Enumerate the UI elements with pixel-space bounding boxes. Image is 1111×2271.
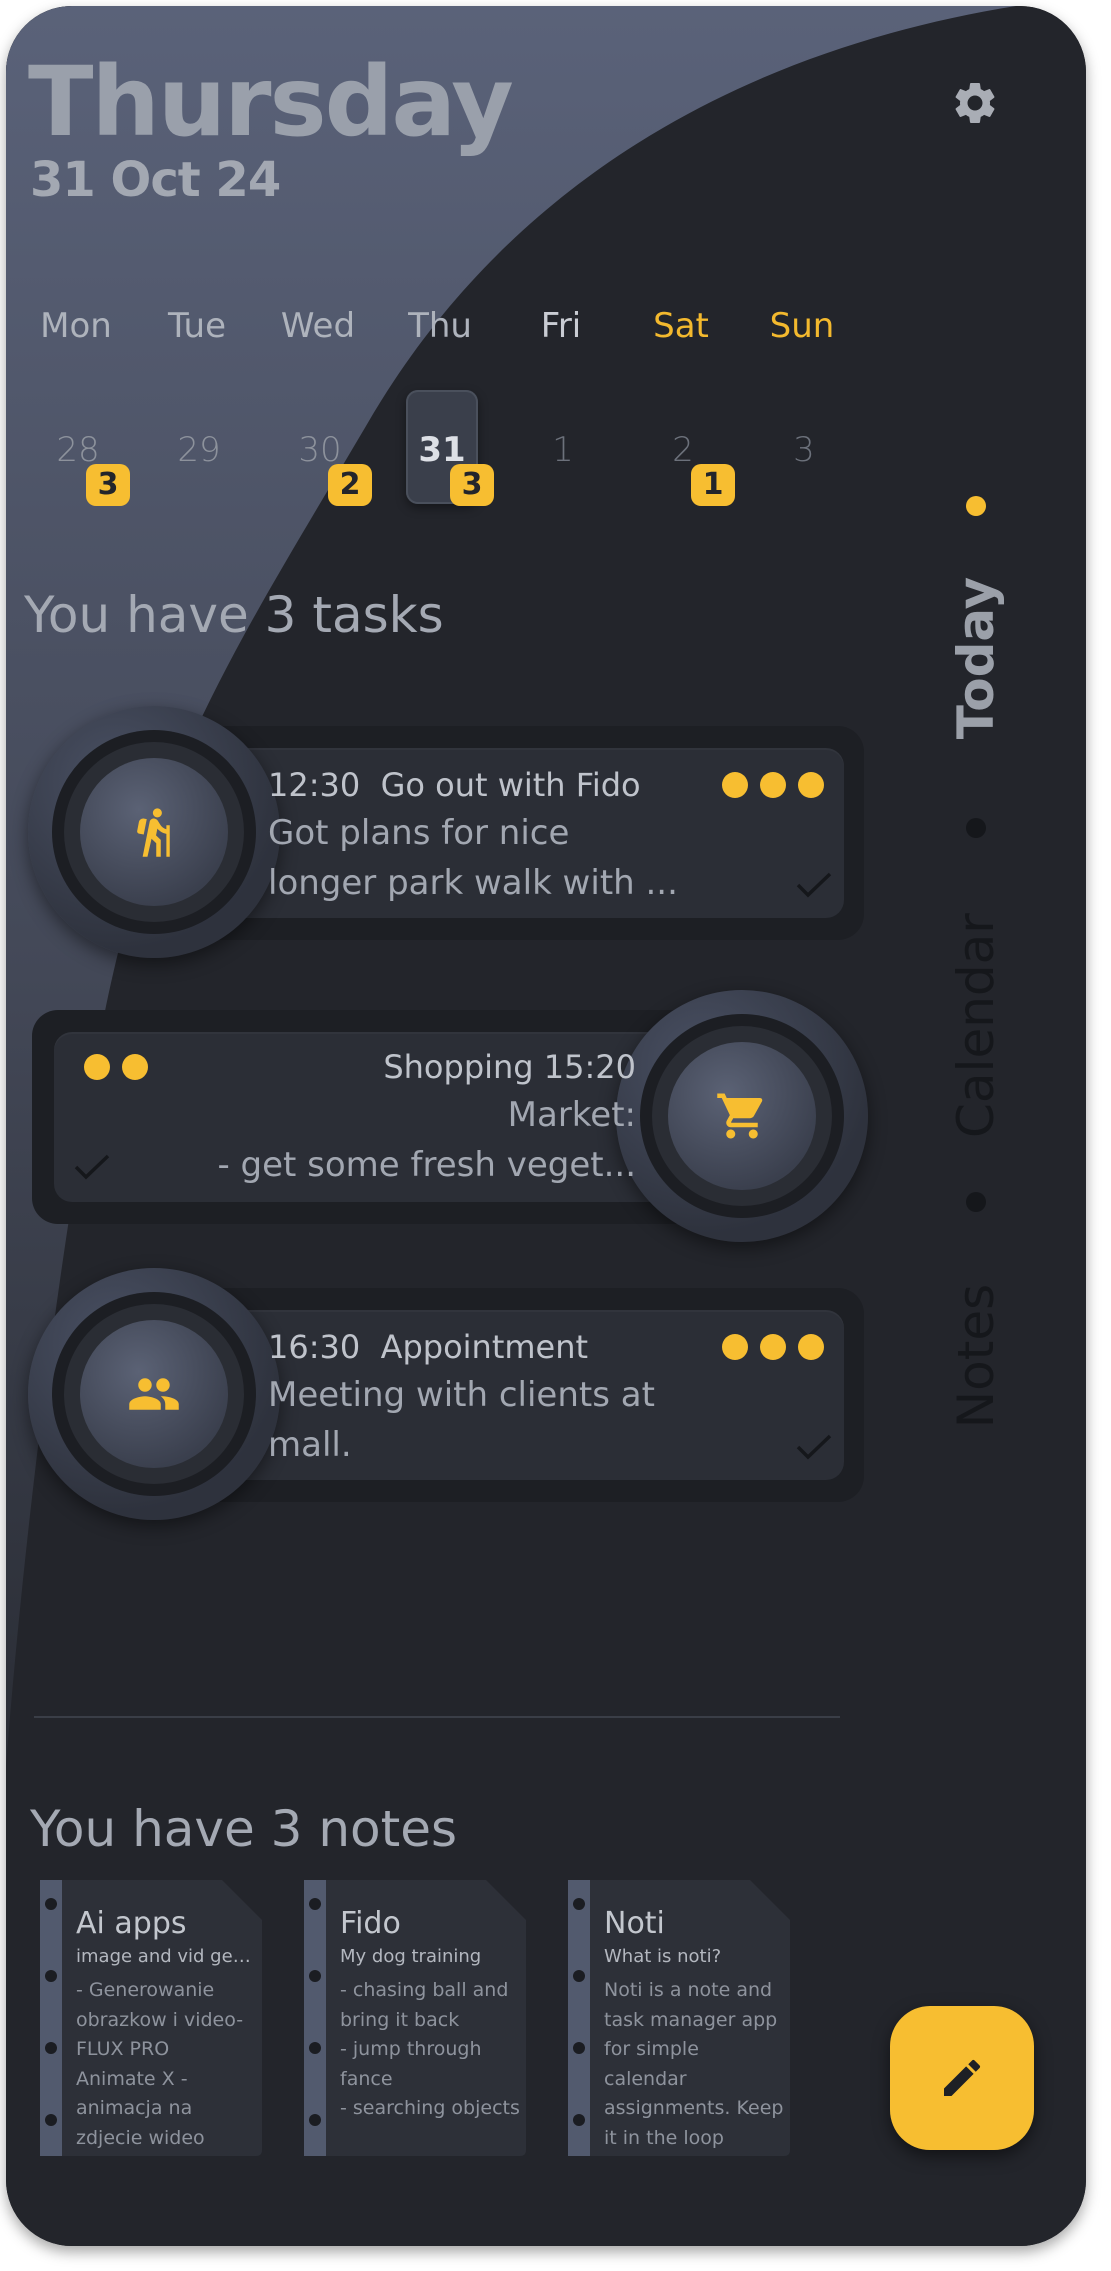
- nav-tab-today[interactable]: Today: [946, 558, 1006, 758]
- weekday-thu: Thu: [408, 306, 472, 346]
- task-icon-button[interactable]: [668, 1042, 816, 1190]
- section-divider: [34, 1716, 840, 1718]
- note-subtitle: image and vid gene...: [76, 1946, 252, 1967]
- task-time: 16:30: [268, 1328, 361, 1366]
- tasks-heading: You have 3 tasks: [24, 586, 444, 644]
- task-icon-button[interactable]: [80, 758, 228, 906]
- weekday-wed: Wed: [280, 306, 356, 346]
- priority-indicator: [722, 1334, 824, 1360]
- weekday-mon: Mon: [40, 306, 112, 346]
- task-description-line: longer park walk with ...: [268, 863, 678, 903]
- phone-screen: Thursday 31 Oct 24 Mon Tue Wed Thu Fri S…: [6, 6, 1086, 2246]
- nav-active-indicator: [966, 496, 986, 516]
- task-card[interactable]: Shopping 15:20 Market: - get some fresh …: [28, 986, 868, 1242]
- task-count-badge: 2: [328, 464, 372, 506]
- gear-icon[interactable]: [950, 78, 1000, 128]
- note-title: Fido: [340, 1906, 401, 1941]
- check-icon[interactable]: [794, 1432, 834, 1462]
- priority-indicator: [84, 1054, 148, 1080]
- note-card[interactable]: Fido My dog training - chasing ball and …: [304, 1880, 526, 2156]
- task-title: Appointment: [380, 1328, 589, 1366]
- nav-separator-dot: [966, 818, 986, 838]
- weekday-fri: Fri: [540, 306, 582, 346]
- nav-tab-notes[interactable]: Notes: [946, 1256, 1006, 1456]
- task-title: Shopping: [383, 1048, 534, 1086]
- task-icon-button[interactable]: [80, 1320, 228, 1468]
- note-body: Noti is a note and task manager app for …: [604, 1979, 784, 2149]
- note-card[interactable]: Noti What is noti? Noti is a note and ta…: [568, 1880, 790, 2156]
- task-count-badge: 1: [691, 464, 735, 506]
- weekday-sun: Sun: [769, 306, 835, 346]
- check-icon[interactable]: [794, 870, 834, 900]
- notes-heading: You have 3 notes: [30, 1800, 458, 1858]
- pencil-icon: [944, 2059, 981, 2096]
- nav-separator-dot: [966, 1192, 986, 1212]
- day-number-3[interactable]: 3: [744, 430, 864, 470]
- task-count-badge: 3: [450, 464, 494, 506]
- date-subtitle: 31 Oct 24: [30, 152, 281, 208]
- task-description-line: mall.: [268, 1425, 352, 1465]
- task-description-line: Market:: [507, 1095, 636, 1135]
- task-time: 12:30: [268, 766, 361, 804]
- shopping-cart-icon: [717, 1093, 763, 1139]
- task-card[interactable]: 12:30 Go out with Fido Got plans for nic…: [28, 706, 868, 958]
- task-description-line: Got plans for nice: [268, 813, 570, 853]
- weekday-sat: Sat: [653, 306, 709, 346]
- note-title: Ai apps: [76, 1906, 187, 1941]
- task-card[interactable]: 16:30 Appointment Meeting with clients a…: [28, 1268, 868, 1520]
- note-subtitle: What is noti?: [604, 1946, 722, 1967]
- note-body: - chasing ball and bring it back - jump …: [340, 1979, 520, 2119]
- day-number-1[interactable]: 1: [503, 430, 623, 470]
- task-description-line: Meeting with clients at: [268, 1375, 655, 1415]
- people-icon: [129, 1378, 179, 1410]
- weekday-tue: Tue: [167, 306, 227, 346]
- hiking-icon: [137, 808, 170, 857]
- day-number-29[interactable]: 29: [139, 430, 259, 470]
- day-title: Thursday: [28, 46, 514, 158]
- note-subtitle: My dog training: [340, 1946, 482, 1967]
- task-title: Go out with Fido: [380, 766, 641, 804]
- task-description-line: - get some fresh veget...: [217, 1145, 636, 1185]
- note-title: Noti: [604, 1906, 665, 1941]
- new-note-button[interactable]: [890, 2006, 1034, 2150]
- priority-indicator: [722, 772, 824, 798]
- check-icon[interactable]: [72, 1152, 112, 1182]
- note-body: - Generowanie obrazkow i video- FLUX PRO…: [76, 1979, 244, 2149]
- note-card[interactable]: Ai apps image and vid gene... - Generowa…: [40, 1880, 262, 2156]
- task-count-badge: 3: [86, 464, 130, 506]
- task-time: 15:20: [543, 1048, 636, 1086]
- nav-tab-calendar[interactable]: Calendar: [946, 913, 1006, 1138]
